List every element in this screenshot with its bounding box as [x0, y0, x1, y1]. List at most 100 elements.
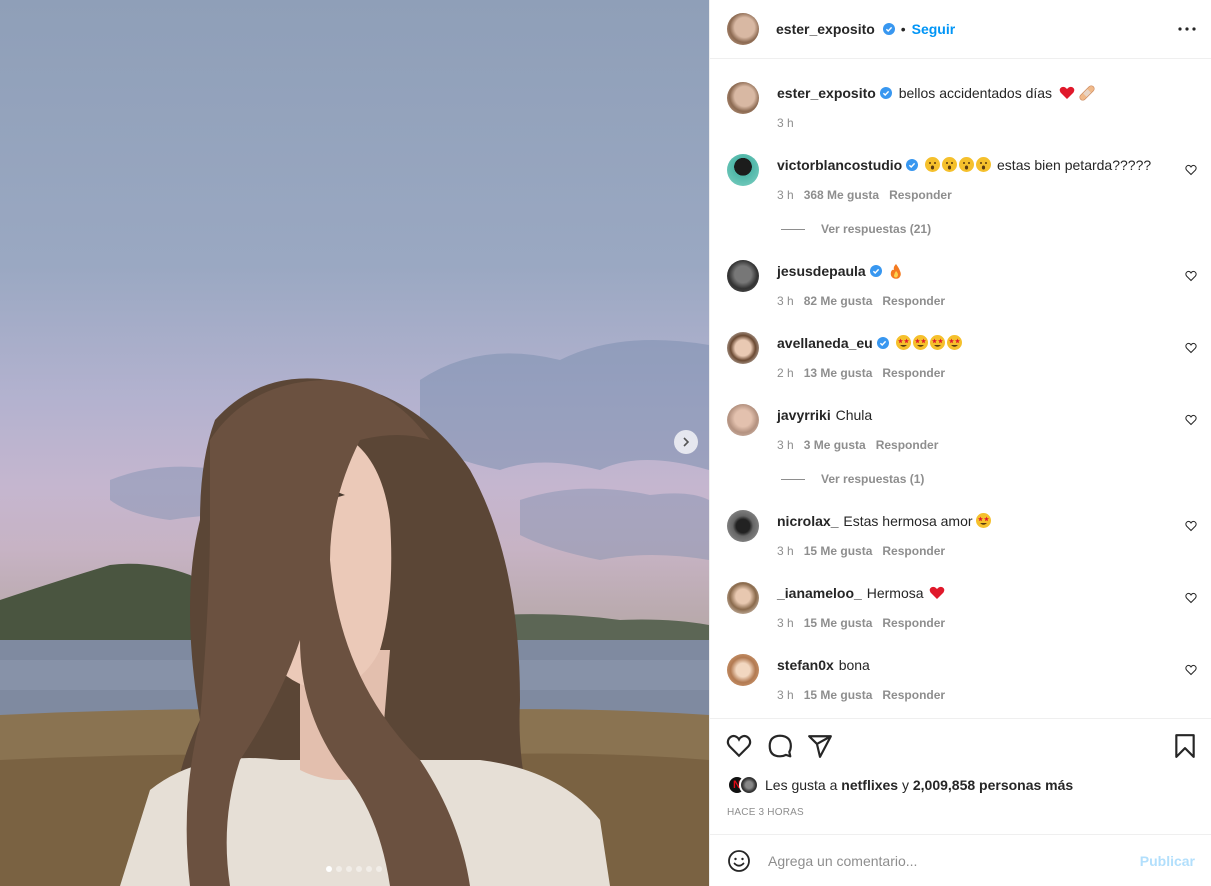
verified-badge-icon [876, 337, 889, 349]
photo-scene [0, 340, 709, 886]
comment-username[interactable]: stefan0x [777, 657, 834, 673]
avatar[interactable] [727, 13, 759, 45]
comment-username[interactable]: nicrolax_ [777, 513, 838, 529]
heart-icon[interactable] [1185, 414, 1197, 426]
heart-icon[interactable] [726, 733, 752, 759]
view-replies-button[interactable]: Ver respuestas (21) [781, 222, 931, 236]
follow-button[interactable]: Seguir [912, 21, 956, 37]
chevron-right-icon [683, 437, 690, 447]
post-header: ester_exposito • Seguir [710, 0, 1211, 59]
add-comment-bar: Publicar [710, 834, 1211, 886]
astonished-face-icon [925, 157, 941, 172]
comment-meta: 3 h 82 Me gusta Responder [777, 294, 955, 308]
next-photo-button[interactable] [674, 430, 698, 454]
fire-icon [890, 264, 901, 279]
avatar[interactable] [727, 404, 759, 436]
likes-summary[interactable]: N Les gusta a netflixes y 2,009,858 pers… [727, 775, 1073, 795]
replies-divider [781, 478, 805, 480]
carousel-dot [326, 866, 332, 872]
reply-button[interactable]: Responder [882, 366, 945, 380]
avatar[interactable] [727, 332, 759, 364]
post-details-panel: ester_exposito • Seguir ester_exposito b… [709, 0, 1211, 886]
comment-meta: 2 h 13 Me gusta Responder [777, 366, 955, 380]
comments-list[interactable]: ester_exposito bellos accidentados días … [710, 60, 1211, 718]
verified-badge-icon [869, 265, 882, 277]
paper-plane-icon[interactable] [807, 733, 833, 759]
comment-meta: 3 h 15 Me gusta Responder [777, 544, 955, 558]
heart-icon[interactable] [1185, 270, 1197, 282]
bookmark-icon[interactable] [1172, 733, 1198, 759]
likes-user[interactable]: netflixes [841, 777, 898, 793]
comment-text: estas bien petarda????? [997, 157, 1152, 173]
star-struck-icon [946, 335, 962, 350]
star-struck-icon [912, 335, 928, 350]
post-time[interactable]: HACE 3 HORAS [727, 807, 804, 818]
caption-meta: 3 h [777, 116, 804, 130]
replies-divider [781, 228, 805, 230]
post-author-username[interactable]: ester_exposito [776, 21, 875, 37]
comment-username[interactable]: _ianameloo_ [777, 585, 862, 601]
verified-badge-icon [882, 23, 895, 35]
comment-likes[interactable]: 82 Me gusta [804, 294, 873, 308]
avatar[interactable] [727, 510, 759, 542]
liker-avatar [739, 775, 759, 795]
star-struck-icon [976, 513, 992, 528]
avatar[interactable] [727, 154, 759, 186]
comment-likes[interactable]: 3 Me gusta [804, 438, 866, 452]
heart-icon[interactable] [1185, 164, 1197, 176]
reply-button[interactable]: Responder [889, 188, 952, 202]
likes-others[interactable]: 2,009,858 personas más [913, 777, 1073, 793]
comment-time: 3 h [777, 688, 794, 702]
heart-icon[interactable] [1185, 342, 1197, 354]
comment-text: Hermosa [866, 585, 924, 601]
publish-button[interactable]: Publicar [1140, 853, 1195, 869]
carousel-dot [366, 866, 372, 872]
comment-time: 3 h [777, 544, 794, 558]
comment-time: 3 h [777, 438, 794, 452]
reply-button[interactable]: Responder [882, 688, 945, 702]
comment-likes[interactable]: 15 Me gusta [804, 544, 873, 558]
avatar[interactable] [727, 82, 759, 114]
comment-icon[interactable] [767, 733, 793, 759]
likes-prefix: Les gusta a [765, 777, 838, 793]
comment-username[interactable]: javyrriki [777, 407, 831, 423]
reply-button[interactable]: Responder [882, 294, 945, 308]
comment-likes[interactable]: 15 Me gusta [804, 616, 873, 630]
heart-icon[interactable] [1185, 520, 1197, 532]
post-photo[interactable] [0, 0, 709, 886]
carousel-dot [336, 866, 342, 872]
comment-likes[interactable]: 15 Me gusta [804, 688, 873, 702]
comment-username[interactable]: jesusdepaula [777, 263, 866, 279]
comment-time: 2 h [777, 366, 794, 380]
heart-icon[interactable] [1185, 664, 1197, 676]
view-replies-label: Ver respuestas (21) [821, 222, 932, 236]
comment-likes[interactable]: 368 Me gusta [804, 188, 879, 202]
carousel-dot [356, 866, 362, 872]
comment-username[interactable]: victorblancostudio [777, 157, 902, 173]
comment-input[interactable] [768, 852, 1128, 869]
comment-likes[interactable]: 13 Me gusta [804, 366, 873, 380]
smiley-icon[interactable] [727, 849, 751, 873]
avatar[interactable] [727, 654, 759, 686]
heart-icon[interactable] [1185, 592, 1197, 604]
reply-button[interactable]: Responder [882, 544, 945, 558]
view-replies-label: Ver respuestas (1) [821, 472, 925, 486]
comment-meta: 3 h 15 Me gusta Responder [777, 616, 955, 630]
reply-button[interactable]: Responder [876, 438, 939, 452]
avatar[interactable] [727, 260, 759, 292]
caption-text: bellos accidentados días [898, 85, 1053, 101]
red-heart-icon [1059, 86, 1075, 99]
more-horizontal-icon [1178, 27, 1196, 31]
comment-text: Estas hermosa amor [843, 513, 973, 529]
comment-username[interactable]: avellaneda_eu [777, 335, 873, 351]
comment-meta: 3 h 368 Me gusta Responder [777, 188, 962, 202]
separator-bullet: • [900, 21, 906, 37]
red-heart-icon [930, 586, 945, 599]
more-options-button[interactable] [1175, 17, 1199, 41]
avatar[interactable] [727, 582, 759, 614]
comment-time: 3 h [777, 188, 794, 202]
reply-button[interactable]: Responder [882, 616, 945, 630]
caption-username[interactable]: ester_exposito [777, 85, 876, 101]
carousel-dot [376, 866, 382, 872]
view-replies-button[interactable]: Ver respuestas (1) [781, 472, 924, 486]
